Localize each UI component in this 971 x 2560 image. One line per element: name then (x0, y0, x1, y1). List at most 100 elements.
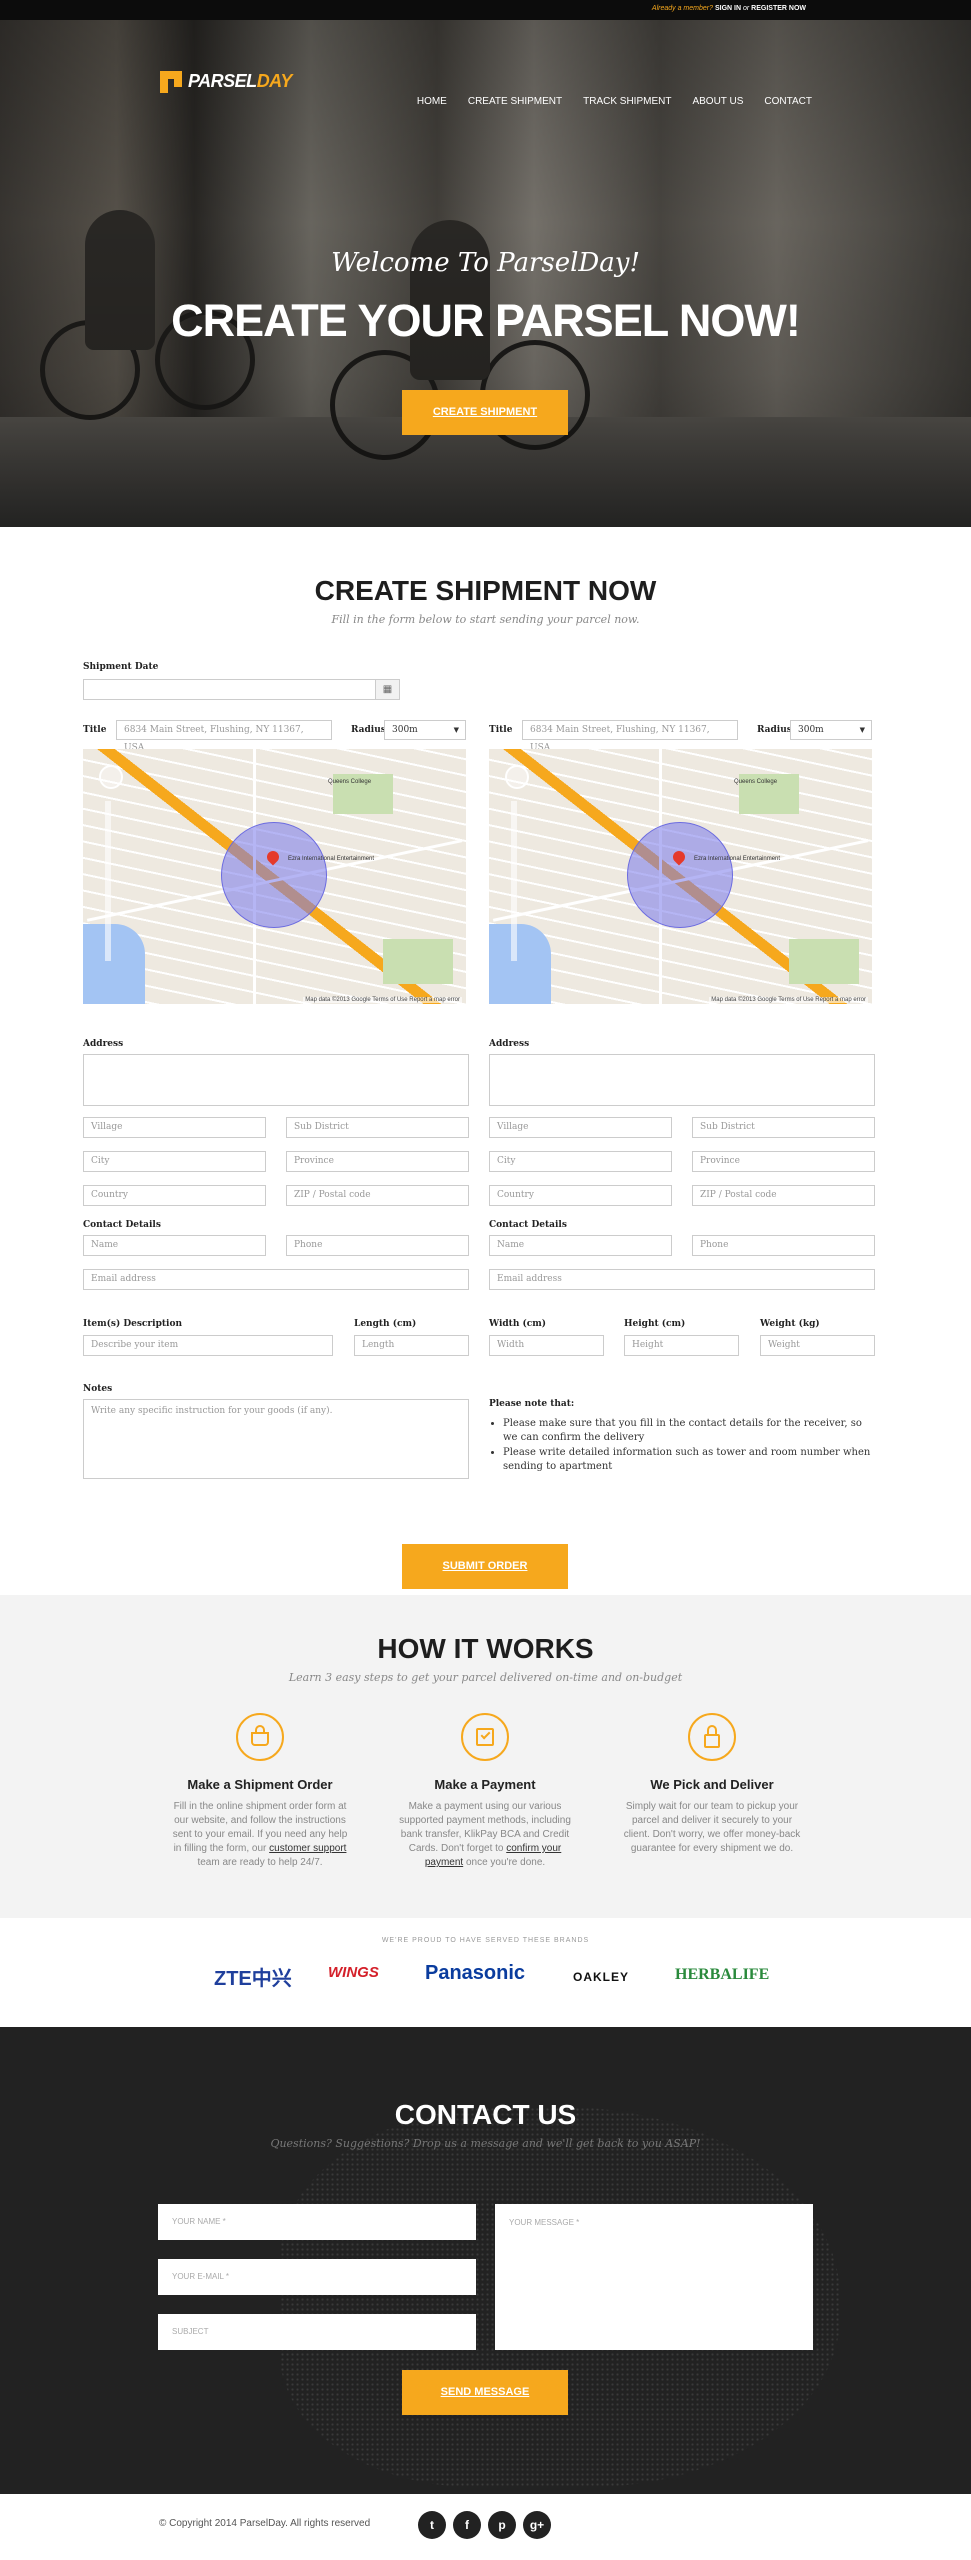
title-label: Title (83, 725, 107, 735)
dropdown-arrow-icon: ▼ (859, 726, 865, 734)
register-link[interactable]: REGISTER NOW (751, 5, 806, 12)
map-zoom-slider[interactable] (105, 801, 111, 961)
map-place-label: Queens College (734, 779, 778, 785)
sender-country-input[interactable]: Country (83, 1185, 266, 1206)
length-label: Length (cm) (354, 1319, 417, 1329)
section-subtitle: Fill in the form below to start sending … (331, 613, 640, 626)
step-text: Simply wait for our team to pickup your … (607, 1800, 817, 1856)
create-shipment-section: CREATE SHIPMENT NOW Fill in the form bel… (0, 527, 971, 1595)
sender-email-input[interactable]: Email address (83, 1269, 469, 1290)
shipment-date-input[interactable]: ▦ (83, 679, 400, 700)
height-label: Height (cm) (624, 1319, 686, 1329)
section-title: CREATE SHIPMENT NOW (314, 575, 657, 606)
note-title: Please note that: (489, 1399, 575, 1409)
notes-textarea[interactable]: Write any specific instruction for your … (83, 1399, 469, 1479)
send-message-button[interactable]: SEND MESSAGE (402, 2370, 568, 2415)
receiver-phone-input[interactable]: Phone (692, 1235, 875, 1256)
footer: © Copyright 2014 ParselDay. All rights r… (0, 2494, 971, 2551)
width-input[interactable]: Width (489, 1335, 604, 1356)
weight-input[interactable]: Weight (760, 1335, 875, 1356)
dropdown-arrow-icon: ▼ (453, 726, 459, 734)
receiver-zip-input[interactable]: ZIP / Postal code (692, 1185, 875, 1206)
member-links: Already a member? SIGN IN or REGISTER NO… (652, 5, 806, 12)
or-text: or (742, 5, 750, 12)
step-text-part: Simply wait for our team to pickup your … (623, 1801, 801, 1854)
address-search-input[interactable]: 6834 Main Street, Flushing, NY 11367, US… (522, 720, 738, 753)
address-search-input[interactable]: 6834 Main Street, Flushing, NY 11367, US… (116, 720, 332, 753)
section-title: CONTACT US (394, 2099, 577, 2130)
copyright-text: © Copyright 2014 ParselDay. All rights r… (159, 2518, 371, 2529)
map-zoom-slider[interactable] (511, 801, 517, 961)
sign-in-link[interactable]: SIGN IN (715, 5, 741, 12)
sender-village-input[interactable]: Village (83, 1117, 266, 1138)
how-it-works-section: HOW IT WORKS Learn 3 easy steps to get y… (0, 1595, 971, 1918)
receiver-subdistrict-input[interactable]: Sub District (692, 1117, 875, 1138)
create-shipment-button[interactable]: CREATE SHIPMENT (402, 390, 568, 435)
step-card: Make a Shipment Order Fill in the online… (155, 1713, 365, 1870)
width-label: Width (cm) (489, 1319, 547, 1329)
radius-label: Radius (757, 725, 792, 735)
map-pan-control-icon[interactable] (99, 765, 123, 789)
sender-phone-input[interactable]: Phone (286, 1235, 469, 1256)
sender-city-input[interactable]: City (83, 1151, 266, 1172)
radius-circle (627, 822, 733, 928)
nav-contact[interactable]: CONTACT (764, 96, 812, 107)
nav-create-shipment[interactable]: CREATE SHIPMENT (468, 96, 562, 107)
sender-zip-input[interactable]: ZIP / Postal code (286, 1185, 469, 1206)
section-subtitle: Questions? Suggestions? Drop us a messag… (270, 2137, 701, 2150)
facebook-icon[interactable]: f (453, 2511, 481, 2539)
length-input[interactable]: Length (354, 1335, 469, 1356)
sender-subdistrict-input[interactable]: Sub District (286, 1117, 469, 1138)
radius-value: 300m (392, 725, 418, 735)
contact-message-textarea[interactable]: YOUR MESSAGE * (495, 2204, 813, 2350)
sender-name-input[interactable]: Name (83, 1235, 266, 1256)
nav-track-shipment[interactable]: TRACK SHIPMENT (583, 96, 671, 107)
logo-text-part2: DAY (256, 70, 293, 91)
step-card: We Pick and Deliver Simply wait for our … (607, 1713, 817, 1856)
delivery-map[interactable]: Ezra International Entertainment Queens … (489, 749, 872, 1004)
map-water (489, 924, 551, 1004)
pickup-map[interactable]: Ezra International Entertainment Queens … (83, 749, 466, 1004)
calendar-icon[interactable]: ▦ (375, 680, 399, 699)
contact-name-input[interactable]: YOUR NAME * (158, 2204, 476, 2240)
contact-subject-input[interactable]: SUBJECT (158, 2314, 476, 2350)
brand-logo-wings: WINGS (328, 1964, 379, 1981)
sender-address-textarea[interactable] (83, 1054, 469, 1106)
nav-about-us[interactable]: ABOUT US (692, 96, 743, 107)
contact-details-label: Contact Details (489, 1220, 567, 1230)
step-card: Make a Payment Make a payment using our … (380, 1713, 590, 1870)
receiver-name-input[interactable]: Name (489, 1235, 672, 1256)
map-pan-control-icon[interactable] (505, 765, 529, 789)
pinterest-icon[interactable]: p (488, 2511, 516, 2539)
item-description-input[interactable]: Describe your item (83, 1335, 333, 1356)
title-label: Title (489, 725, 513, 735)
basket-icon (236, 1713, 284, 1761)
contact-details-label: Contact Details (83, 1220, 161, 1230)
receiver-province-input[interactable]: Province (692, 1151, 875, 1172)
customer-support-link[interactable]: customer support (269, 1843, 346, 1854)
logo-text: PARSELDAY (188, 71, 292, 92)
receiver-address-textarea[interactable] (489, 1054, 875, 1106)
nav-home[interactable]: HOME (417, 96, 447, 107)
site-logo[interactable]: PARSELDAY (158, 68, 292, 94)
radius-label: Radius (351, 725, 386, 735)
receiver-email-input[interactable]: Email address (489, 1269, 875, 1290)
twitter-icon[interactable]: t (418, 2511, 446, 2539)
receiver-village-input[interactable]: Village (489, 1117, 672, 1138)
note-item: Please write detailed information such a… (503, 1446, 875, 1474)
contact-email-input[interactable]: YOUR E-MAIL * (158, 2259, 476, 2295)
social-links: t f p g+ (418, 2511, 551, 2539)
radius-select[interactable]: 300m ▼ (790, 720, 872, 740)
receiver-city-input[interactable]: City (489, 1151, 672, 1172)
note-item: Please make sure that you fill in the co… (503, 1417, 875, 1445)
google-plus-icon[interactable]: g+ (523, 2511, 551, 2539)
receiver-country-input[interactable]: Country (489, 1185, 672, 1206)
radius-select[interactable]: 300m ▼ (384, 720, 466, 740)
notes-label: Notes (83, 1384, 113, 1394)
height-input[interactable]: Height (624, 1335, 739, 1356)
brand-logo-oakley: OAKLEY (573, 1970, 630, 1984)
sender-province-input[interactable]: Province (286, 1151, 469, 1172)
brand-logo-herbalife: HERBALIFE (675, 1966, 770, 1983)
address-label: Address (83, 1039, 124, 1049)
submit-order-button[interactable]: SUBMIT ORDER (402, 1544, 568, 1589)
